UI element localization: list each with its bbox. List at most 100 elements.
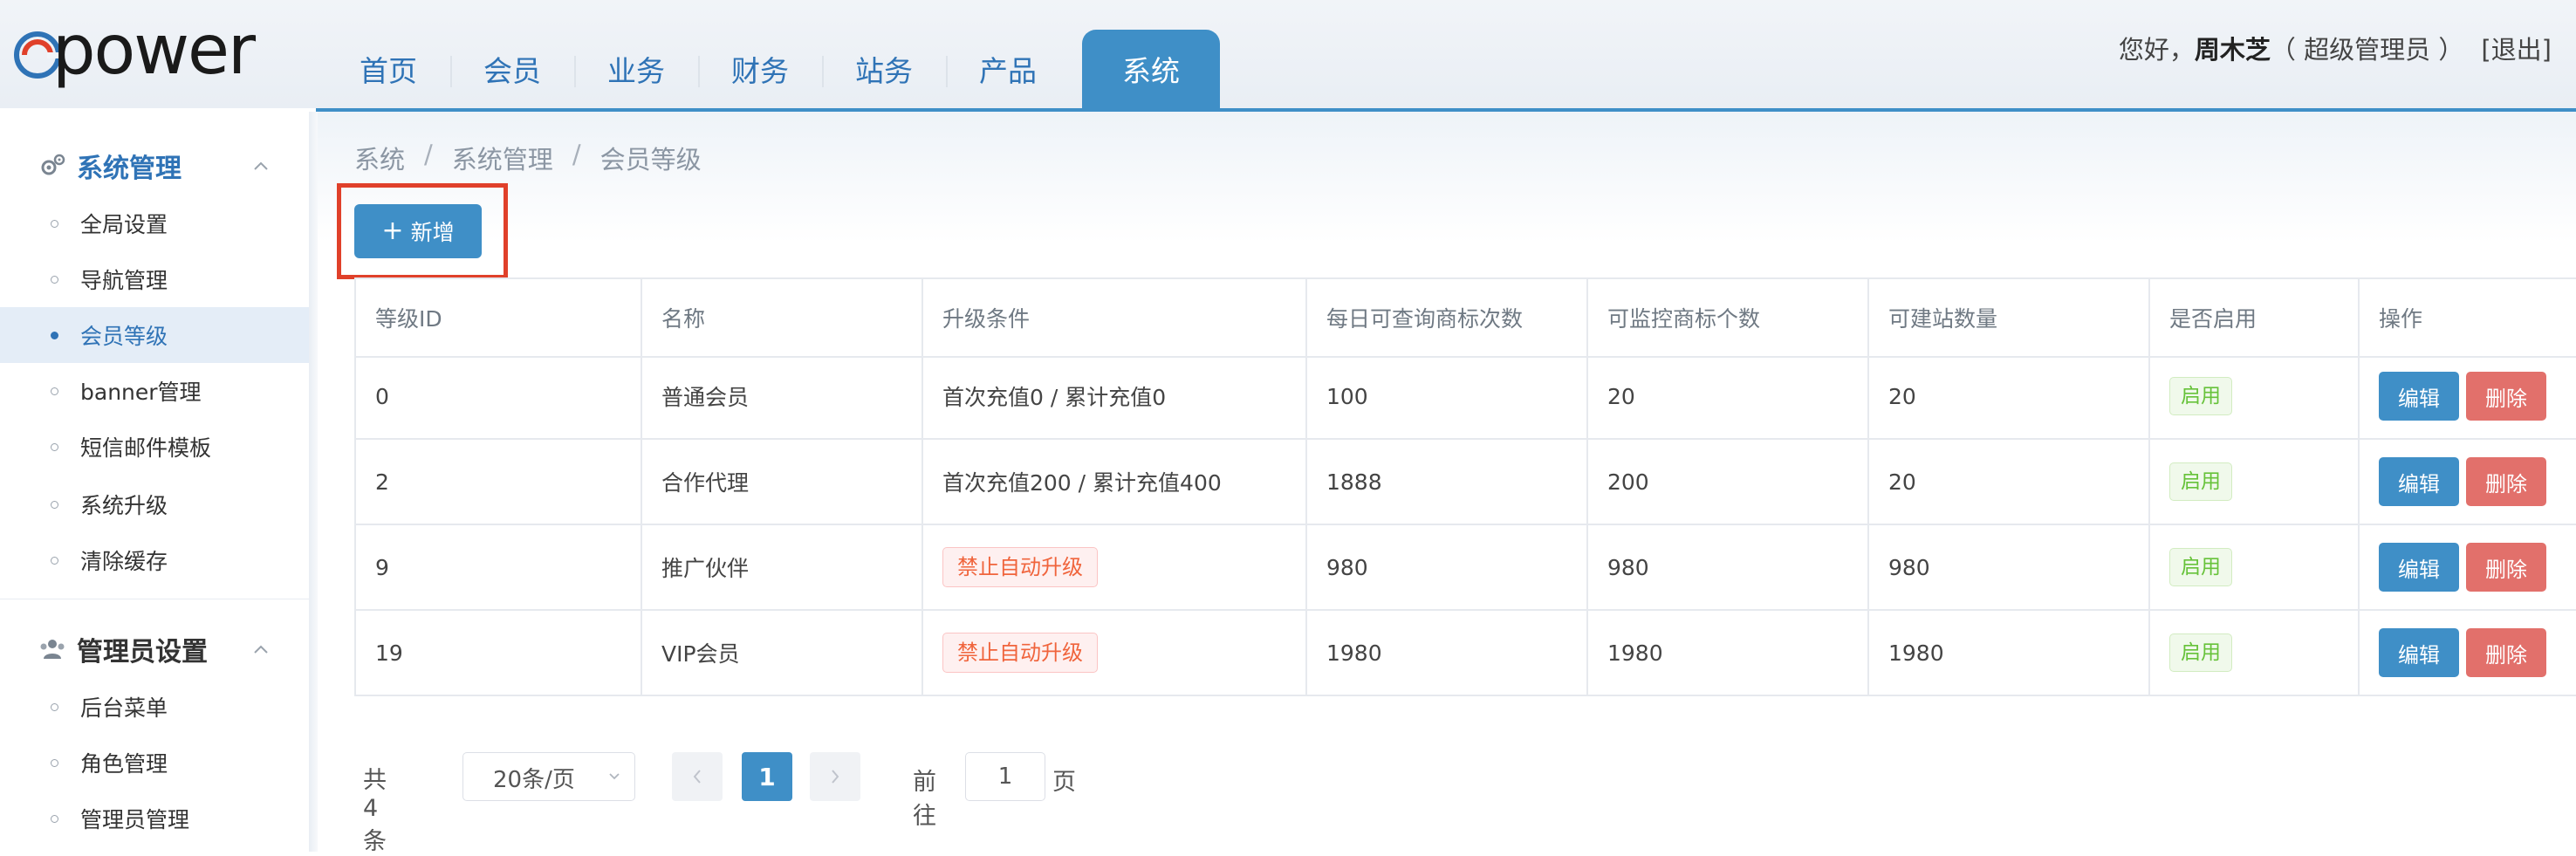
- sidebar-item-label: 全局设置: [80, 212, 168, 237]
- cell-upgrade-condition: 禁止自动升级: [923, 611, 1307, 695]
- edit-button[interactable]: 编辑: [2379, 457, 2459, 506]
- cell-daily-queries: 1980: [1307, 611, 1588, 695]
- sidebar-item-global-settings[interactable]: 全局设置: [0, 195, 309, 251]
- cell-level-id: 19: [354, 611, 642, 695]
- nav-business[interactable]: 业务: [574, 30, 698, 108]
- add-button-label: 新增: [410, 220, 455, 245]
- cell-actions: 编辑 删除: [2360, 354, 2576, 438]
- goto-label: 前往: [913, 769, 936, 830]
- cell-daily-queries: 1888: [1307, 440, 1588, 524]
- sidebar-item-label: 清除缓存: [80, 549, 168, 574]
- cell-name: 合作代理: [642, 440, 923, 524]
- sidebar-item-system-upgrade[interactable]: 系统升级: [0, 476, 309, 532]
- nav-home[interactable]: 首页: [326, 30, 450, 108]
- sidebar-item-label: 导航管理: [80, 268, 168, 293]
- bullet-icon: [51, 219, 58, 228]
- cell-status: 启用: [2150, 525, 2360, 609]
- table-row: 9 推广伙伴 禁止自动升级 980 980 980 启用 编辑 删除: [354, 525, 2576, 611]
- status-badge: 启用: [2169, 548, 2232, 586]
- cell-upgrade-condition: 首次充值0 / 累计充值0: [923, 354, 1307, 438]
- page-size-select[interactable]: 20条/页: [462, 752, 635, 801]
- edit-button[interactable]: 编辑: [2379, 372, 2459, 421]
- table-row: 2 合作代理 首次充值200 / 累计充值400 1888 200 20 启用 …: [354, 440, 2576, 525]
- page-number-current[interactable]: 1: [742, 752, 792, 801]
- user-role: （ 超级管理员 ）: [2270, 35, 2464, 65]
- nav-members[interactable]: 会员: [450, 30, 574, 108]
- column-header: 每日可查询商标次数: [1307, 279, 1588, 356]
- sidebar-item-label: 会员等级: [80, 324, 168, 349]
- add-button[interactable]: + 新增: [354, 204, 482, 258]
- edit-button[interactable]: 编辑: [2379, 628, 2459, 677]
- delete-button[interactable]: 删除: [2466, 372, 2546, 421]
- sidebar-item-member-levels[interactable]: 会员等级: [0, 307, 309, 363]
- next-page-button[interactable]: [810, 752, 860, 801]
- delete-button[interactable]: 删除: [2466, 543, 2546, 592]
- cell-upgrade-condition: 首次充值200 / 累计充值400: [923, 440, 1307, 524]
- bullet-icon: [51, 331, 58, 339]
- sidebar-item-backend-menu[interactable]: 后台菜单: [0, 679, 309, 735]
- breadcrumb-item[interactable]: 系统管理: [452, 140, 553, 176]
- bullet-icon: [51, 758, 58, 767]
- gears-icon: [41, 154, 65, 175]
- column-header: 名称: [642, 279, 923, 356]
- nav-site[interactable]: 站务: [822, 30, 946, 108]
- sidebar-item-label: 管理员管理: [80, 807, 190, 832]
- table-row: 0 普通会员 首次充值0 / 累计充值0 100 20 20 启用 编辑 删除: [354, 354, 2576, 440]
- status-badge: 启用: [2169, 377, 2232, 415]
- sidebar-item-clear-cache[interactable]: 清除缓存: [0, 532, 309, 588]
- cell-monitor-count: 200: [1588, 440, 1869, 524]
- column-header: 可监控商标个数: [1588, 279, 1869, 356]
- chevron-left-icon: [693, 770, 701, 784]
- sidebar-item-nav-management[interactable]: 导航管理: [0, 251, 309, 307]
- sidebar-item-banner[interactable]: banner管理: [0, 363, 309, 419]
- nav-system[interactable]: 系统: [1082, 30, 1220, 108]
- cell-name: 推广伙伴: [642, 525, 923, 609]
- status-badge: 启用: [2169, 633, 2232, 672]
- goto-page-input[interactable]: [965, 752, 1045, 801]
- breadcrumb-item[interactable]: 系统: [354, 140, 405, 176]
- cell-name: 普通会员: [642, 354, 923, 438]
- cell-actions: 编辑 删除: [2360, 611, 2576, 695]
- chevron-up-icon: [254, 645, 268, 654]
- plus-icon: +: [381, 216, 404, 246]
- cell-site-count: 20: [1869, 440, 2150, 524]
- nav-finance[interactable]: 财务: [698, 30, 822, 108]
- user-info: 您好，周木芝（ 超级管理员 ） [退出]: [2119, 30, 2552, 66]
- cell-daily-queries: 100: [1307, 354, 1588, 438]
- cell-level-id: 9: [354, 525, 642, 609]
- bullet-icon: [51, 442, 58, 451]
- cell-monitor-count: 20: [1588, 354, 1869, 438]
- delete-button[interactable]: 删除: [2466, 628, 2546, 677]
- nav-products[interactable]: 产品: [946, 30, 1070, 108]
- no-auto-upgrade-tag: 禁止自动升级: [942, 633, 1098, 673]
- cell-actions: 编辑 删除: [2360, 440, 2576, 524]
- column-header: 操作: [2379, 306, 2423, 332]
- edit-button[interactable]: 编辑: [2379, 543, 2459, 592]
- sidebar-group-title: 管理员设置: [77, 637, 208, 668]
- prev-page-button[interactable]: [672, 752, 723, 801]
- sidebar-item-roles[interactable]: 角色管理: [0, 735, 309, 791]
- bullet-icon: [51, 702, 58, 711]
- cell-daily-queries: 980: [1307, 525, 1588, 609]
- column-header: 是否启用: [2150, 279, 2360, 356]
- cell-site-count: 1980: [1869, 611, 2150, 695]
- delete-button[interactable]: 删除: [2466, 457, 2546, 506]
- logout-link[interactable]: [退出]: [2481, 30, 2552, 66]
- cell-name: VIP会员: [642, 611, 923, 695]
- cell-monitor-count: 1980: [1588, 611, 1869, 695]
- bullet-icon: [51, 275, 58, 284]
- sidebar-item-sms-email-templates[interactable]: 短信邮件模板: [0, 419, 309, 475]
- sidebar-item-label: 系统升级: [80, 493, 168, 518]
- sidebar-group-system[interactable]: 系统管理: [0, 140, 309, 192]
- users-icon: [40, 640, 65, 659]
- sidebar-item-label: banner管理: [80, 380, 202, 405]
- cell-status: 启用: [2150, 440, 2360, 524]
- sidebar-item-admins[interactable]: 管理员管理: [0, 791, 309, 846]
- chevron-down-icon: [609, 773, 620, 780]
- user-name: 周木芝: [2194, 35, 2271, 65]
- cell-actions: 编辑 删除: [2360, 525, 2576, 609]
- table-row: 19 VIP会员 禁止自动升级 1980 1980 1980 启用 编辑 删除: [354, 611, 2576, 696]
- cell-site-count: 20: [1869, 354, 2150, 438]
- sidebar-group-admin[interactable]: 管理员设置: [0, 623, 309, 675]
- sidebar: 系统管理 全局设置 导航管理 会员等级 banner管理 短信邮件模板 系统升级…: [0, 0, 309, 852]
